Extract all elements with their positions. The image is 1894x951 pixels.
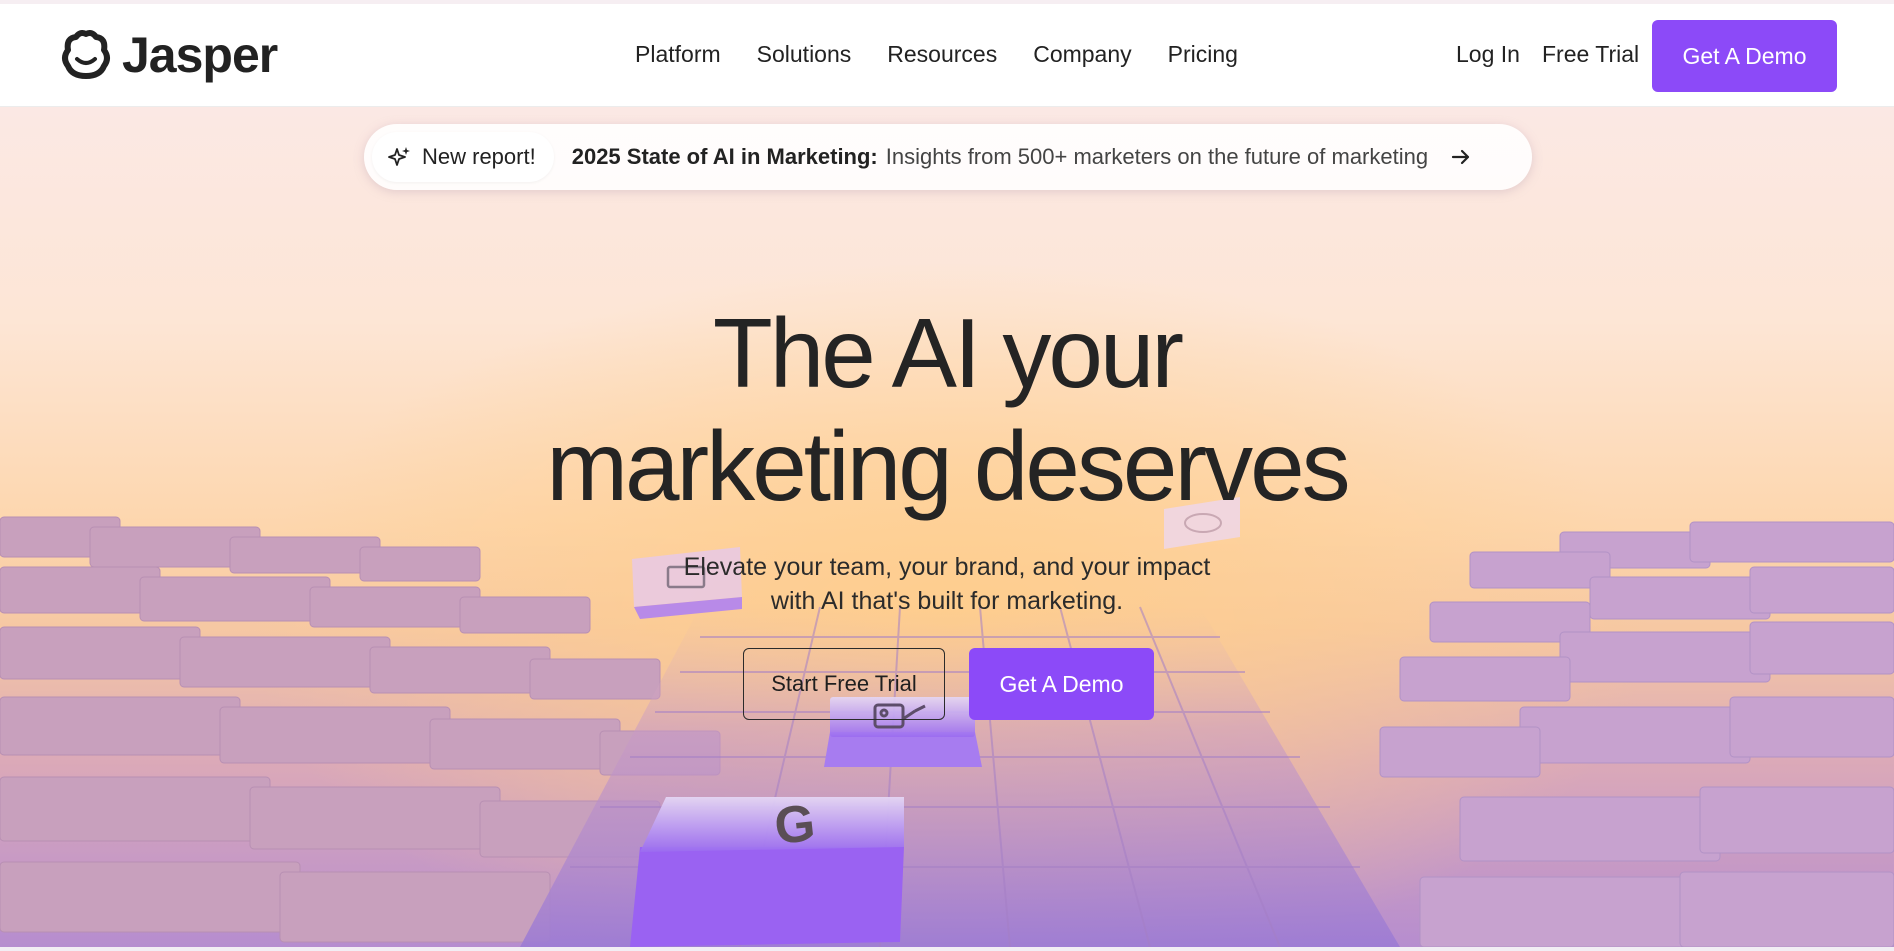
new-report-badge: New report! — [372, 132, 554, 182]
report-title: 2025 State of AI in Marketing: — [571, 144, 878, 169]
logo-text: Jasper — [122, 27, 278, 83]
arrow-right-icon — [1451, 149, 1470, 165]
hero-tile-floor: G — [0, 497, 1894, 947]
nav-solutions[interactable]: Solutions — [757, 41, 852, 68]
subtext-line-1: Elevate your team, your brand, and your … — [683, 553, 1211, 581]
hero-section: G New report! 2025 State of AI in Market… — [0, 107, 1894, 947]
badge-label: New report! — [422, 144, 536, 169]
google-block: G — [630, 794, 904, 947]
jasper-logo[interactable]: Jasper — [58, 27, 278, 83]
nav-resources[interactable]: Resources — [887, 41, 997, 68]
headline-line-1: The AI your — [712, 298, 1184, 408]
report-description: Insights from 500+ marketers on the futu… — [885, 144, 1429, 169]
page-bottom-edge — [0, 947, 1894, 951]
get-a-demo-button[interactable]: Get A Demo — [969, 648, 1154, 720]
report-banner[interactable]: New report! 2025 State of AI in Marketin… — [364, 124, 1532, 190]
hero-subtext: Elevate your team, your brand, and your … — [0, 550, 1894, 618]
google-icon: G — [772, 794, 818, 856]
hero-headline: The AI your marketing deserves — [0, 297, 1894, 523]
start-free-trial-button[interactable]: Start Free Trial — [743, 648, 945, 720]
sparkle-icon — [388, 147, 410, 166]
main-nav: Platform Solutions Resources Company Pri… — [635, 41, 1238, 68]
free-trial-link[interactable]: Free Trial — [1542, 41, 1639, 68]
subtext-line-2: with AI that's built for marketing. — [770, 587, 1124, 615]
site-header: Jasper Platform Solutions Resources Comp… — [0, 4, 1894, 107]
header-demo-button[interactable]: Get A Demo — [1652, 20, 1837, 92]
nav-platform[interactable]: Platform — [635, 41, 721, 68]
nav-pricing[interactable]: Pricing — [1168, 41, 1238, 68]
login-link[interactable]: Log In — [1456, 41, 1520, 68]
headline-line-2: marketing deserves — [546, 411, 1350, 521]
jasper-logo-icon — [62, 30, 110, 79]
nav-company[interactable]: Company — [1033, 41, 1131, 68]
